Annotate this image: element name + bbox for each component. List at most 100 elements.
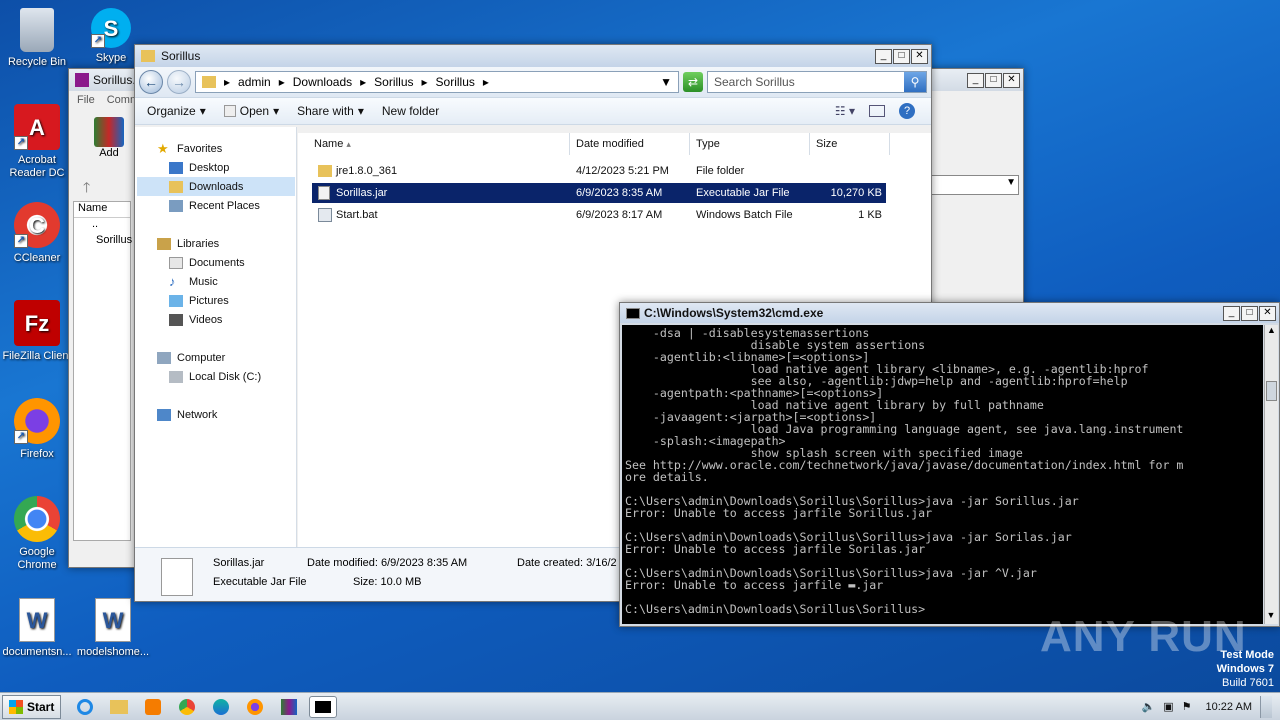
- add-button[interactable]: Add: [89, 117, 129, 159]
- new-folder-button[interactable]: New folder: [382, 104, 439, 118]
- nav-libraries[interactable]: Libraries: [157, 238, 219, 250]
- cmd-line: See http://www.oracle.com/technetwork/ja…: [625, 458, 1184, 472]
- start-button[interactable]: Start: [2, 694, 62, 719]
- scroll-up-icon[interactable]: ▲: [1265, 325, 1278, 339]
- column-header-date[interactable]: Date modified: [570, 133, 690, 155]
- file-row[interactable]: jre1.8.0_361 4/12/2023 5:21 PM File fold…: [312, 161, 886, 181]
- nav-network[interactable]: Network: [157, 409, 217, 421]
- nav-local-disk[interactable]: Local Disk (C:): [169, 371, 261, 383]
- file-row[interactable]: Start.bat 6/9/2023 8:17 AM Windows Batch…: [312, 205, 886, 225]
- chevron-down-icon[interactable]: ▼: [660, 75, 672, 89]
- desktop-icon-label: modelshome...: [76, 646, 150, 658]
- desktop-icon-filezilla[interactable]: Fz FileZilla Client: [0, 300, 74, 363]
- taskbar-media-player-icon[interactable]: [139, 696, 167, 718]
- minimize-button[interactable]: _: [1223, 305, 1240, 321]
- nav-label: Desktop: [189, 162, 230, 174]
- taskbar-cmd-icon[interactable]: [309, 695, 338, 718]
- maximize-button[interactable]: □: [985, 72, 1002, 88]
- nav-computer[interactable]: Computer: [157, 352, 225, 364]
- column-header-type[interactable]: Type: [690, 133, 810, 155]
- show-desktop-button[interactable]: [1260, 695, 1272, 718]
- chevron-right-icon: ▸: [278, 75, 285, 89]
- desktop-icon-document-1[interactable]: W documentsn...: [0, 598, 74, 659]
- column-header-size[interactable]: Size: [810, 133, 890, 155]
- taskbar-winrar-icon[interactable]: [275, 696, 303, 718]
- taskbar-explorer-icon[interactable]: [105, 696, 133, 718]
- nav-videos[interactable]: Videos: [169, 314, 222, 326]
- desktop-icon-recycle-bin[interactable]: Recycle Bin: [0, 8, 74, 69]
- taskbar-chrome-icon[interactable]: [173, 696, 201, 718]
- back-button[interactable]: ←: [139, 70, 163, 94]
- cmd-window[interactable]: C:\Windows\System32\cmd.exe _ □ ✕ -dsa |…: [619, 302, 1280, 627]
- column-header-name[interactable]: Name: [74, 202, 130, 218]
- word-document-icon: W: [19, 598, 55, 642]
- list-item[interactable]: ..: [74, 218, 130, 234]
- chevron-down-icon: ▾: [357, 104, 364, 118]
- breadcrumb-admin[interactable]: admin: [238, 75, 271, 89]
- network-tray-icon[interactable]: ▣: [1163, 700, 1173, 713]
- organize-button[interactable]: Organize ▾: [147, 104, 206, 118]
- list-item[interactable]: Sorillus: [74, 234, 132, 250]
- taskbar-firefox-icon[interactable]: [241, 696, 269, 718]
- file-row-selected[interactable]: Sorillas.jar 6/9/2023 8:35 AM Executable…: [312, 183, 886, 203]
- file-name: Start.bat: [336, 209, 378, 221]
- nav-label: Pictures: [189, 295, 229, 307]
- refresh-icon[interactable]: ⇄: [683, 72, 703, 92]
- taskbar-edge-icon[interactable]: [207, 696, 235, 718]
- forward-button[interactable]: →: [167, 70, 191, 94]
- libraries-icon: [157, 238, 171, 250]
- view-options-icon[interactable]: ☷ ▾: [835, 104, 855, 118]
- minimize-button[interactable]: _: [967, 72, 984, 88]
- cmd-scrollbar[interactable]: ▲ ▼: [1264, 325, 1278, 624]
- clock[interactable]: 10:22 AM: [1206, 701, 1252, 713]
- desktop-icon-document-2[interactable]: W modelshome...: [76, 598, 150, 659]
- details-filename: Sorillas.jar: [213, 557, 265, 569]
- scroll-down-icon[interactable]: ▼: [1265, 610, 1277, 624]
- close-button[interactable]: ✕: [911, 48, 928, 64]
- nav-documents[interactable]: Documents: [169, 257, 245, 269]
- nav-recent-places[interactable]: Recent Places: [169, 200, 260, 212]
- desktop-icon-acrobat[interactable]: A ↗ Acrobat Reader DC: [0, 104, 74, 180]
- desktop-icon-chrome[interactable]: Google Chrome: [0, 496, 74, 572]
- breadcrumb-downloads[interactable]: Downloads: [293, 75, 352, 89]
- taskbar: Start 🔈 ▣ ⚑ 10:22 AM: [0, 692, 1280, 720]
- nav-pictures[interactable]: Pictures: [169, 295, 229, 307]
- menu-file[interactable]: File: [77, 94, 95, 106]
- chrome-icon: [14, 496, 60, 542]
- search-icon[interactable]: ⚲: [904, 72, 926, 92]
- nav-music[interactable]: ♪ Music: [169, 275, 218, 288]
- downloads-icon: [169, 180, 183, 193]
- nav-favorites[interactable]: ★ Favorites: [157, 142, 223, 155]
- help-icon[interactable]: ?: [899, 103, 915, 119]
- scrollbar-thumb[interactable]: [1266, 381, 1277, 401]
- maximize-button[interactable]: □: [1241, 305, 1258, 321]
- desktop-icon-label: documentsn...: [2, 646, 72, 658]
- nav-desktop[interactable]: Desktop: [169, 162, 229, 174]
- flag-icon[interactable]: ⚑: [1182, 700, 1192, 713]
- explorer-titlebar[interactable]: Sorillus _ □ ✕: [135, 45, 931, 67]
- back-window-combo[interactable]: ▼: [931, 175, 1019, 195]
- new-folder-label: New folder: [381, 104, 440, 118]
- maximize-button[interactable]: □: [893, 48, 910, 64]
- share-with-button[interactable]: Share with ▾: [297, 104, 364, 118]
- cmd-titlebar[interactable]: C:\Windows\System32\cmd.exe _ □ ✕: [620, 303, 1279, 323]
- speaker-icon[interactable]: 🔈: [1142, 700, 1156, 713]
- nav-label: Favorites: [177, 143, 223, 155]
- preview-pane-icon[interactable]: [869, 105, 885, 117]
- close-button[interactable]: ✕: [1003, 72, 1020, 88]
- recent-places-icon: [169, 200, 183, 212]
- desktop-icon-firefox[interactable]: ↗ Firefox: [0, 398, 74, 461]
- breadcrumb-sorillus-sub[interactable]: Sorillus: [436, 75, 475, 89]
- up-arrow-icon[interactable]: 🡑: [83, 177, 90, 201]
- column-header-name[interactable]: Name ▴: [308, 133, 570, 155]
- open-button[interactable]: Open ▾: [223, 104, 279, 118]
- cmd-console[interactable]: -dsa | -disablesystemassertions disable …: [622, 325, 1263, 624]
- address-bar[interactable]: ▸ admin ▸ Downloads ▸ Sorillus ▸ Sorillu…: [195, 71, 679, 93]
- breadcrumb-sorillus[interactable]: Sorillus: [374, 75, 413, 89]
- minimize-button[interactable]: _: [875, 48, 892, 64]
- close-button[interactable]: ✕: [1259, 305, 1276, 321]
- search-input[interactable]: Search Sorillus ⚲: [707, 71, 927, 93]
- taskbar-ie-icon[interactable]: [71, 696, 99, 718]
- desktop-icon-ccleaner[interactable]: C ↗ CCleaner: [0, 202, 74, 265]
- nav-downloads[interactable]: Downloads: [137, 177, 295, 196]
